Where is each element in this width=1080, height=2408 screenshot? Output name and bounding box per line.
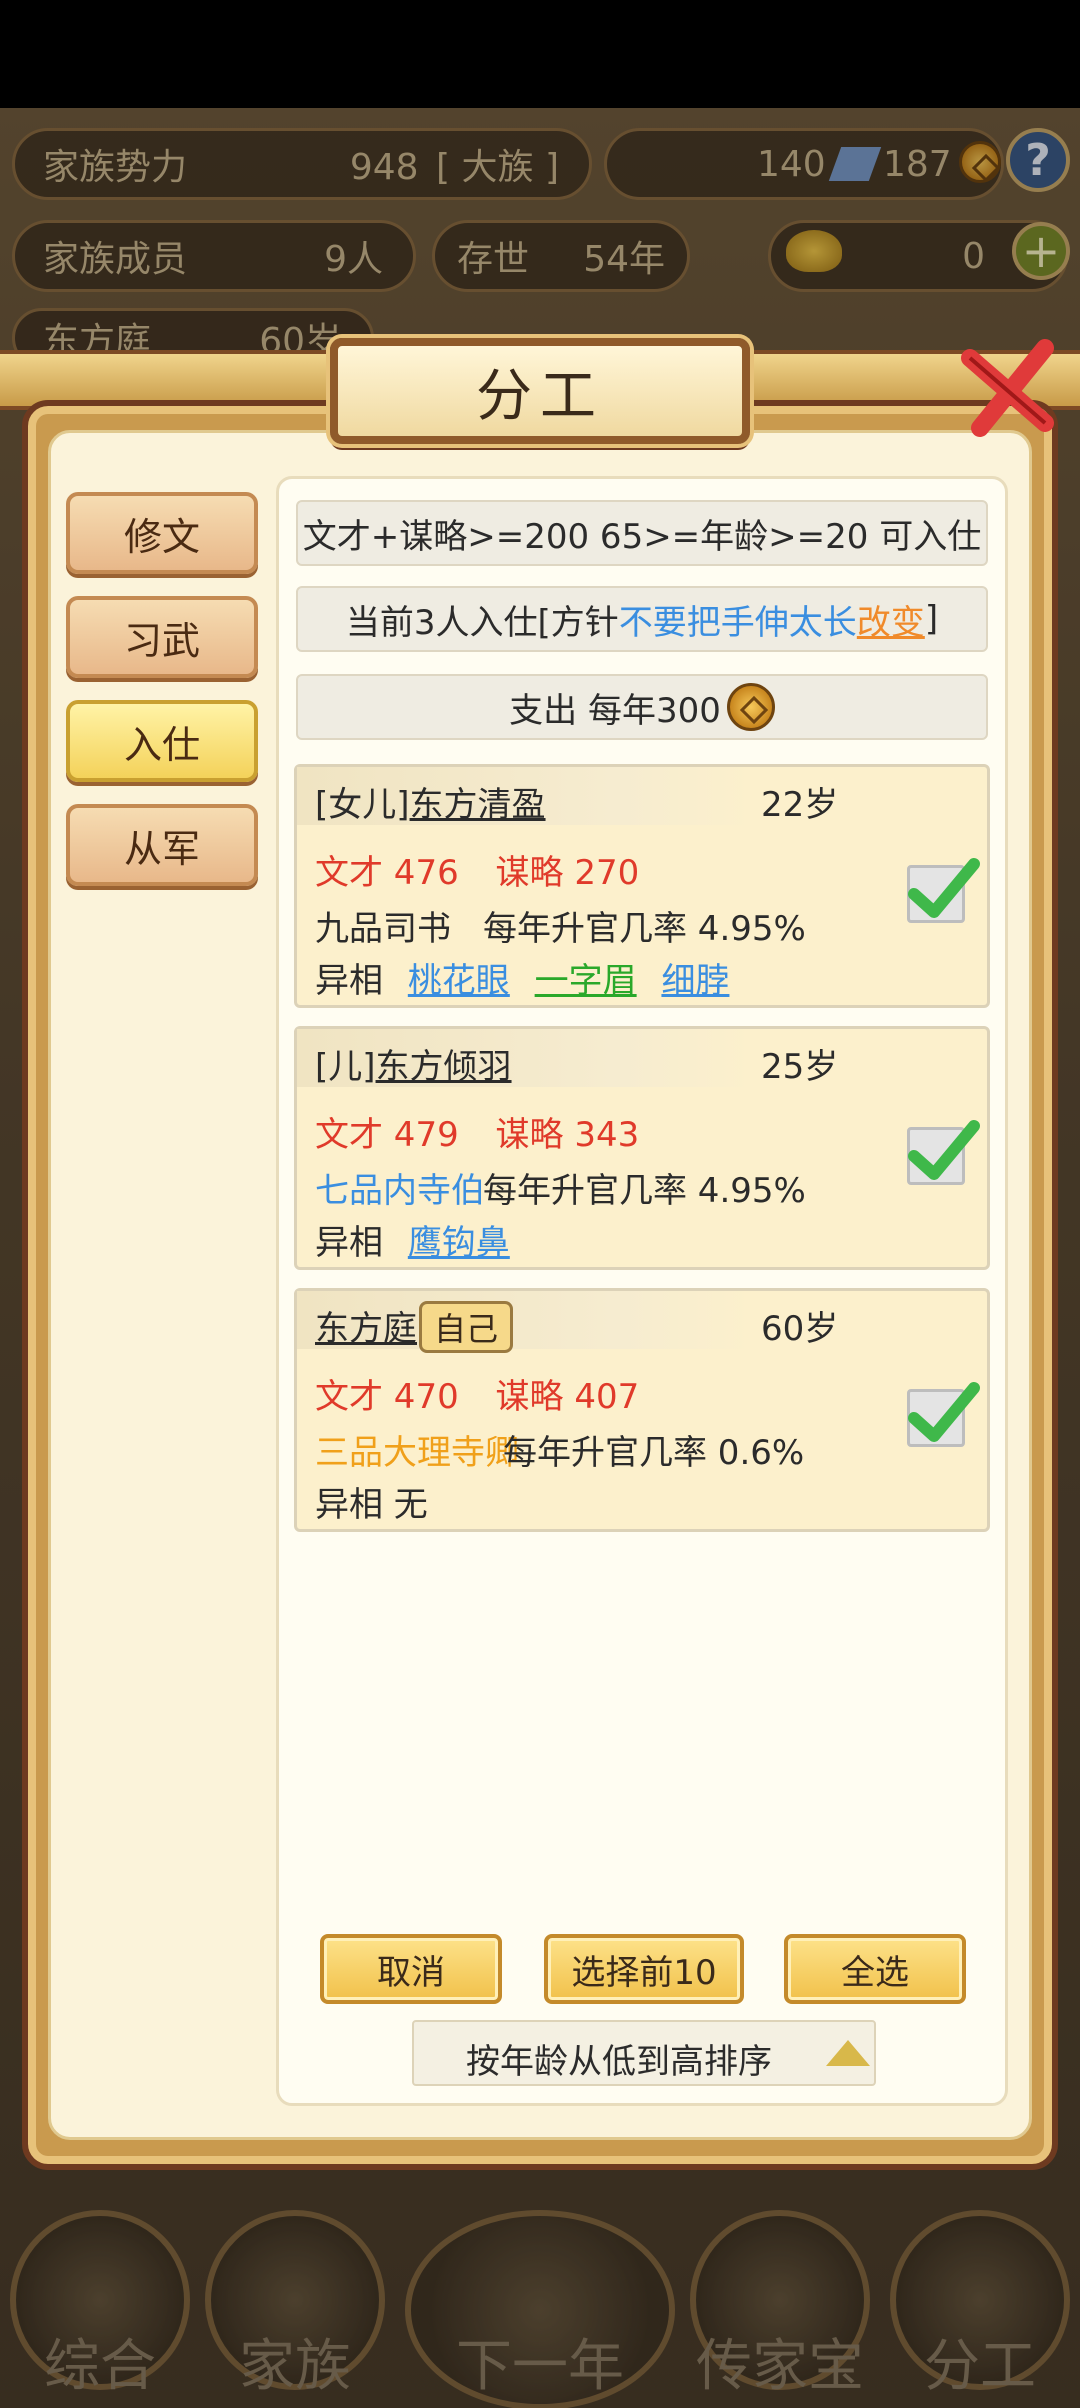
person-name[interactable]: [女儿]东方清盈 [315, 777, 546, 826]
traits-label: 异相 [315, 961, 383, 1001]
current-suffix: ] [924, 599, 939, 639]
person-stats: 文才 479 谋略 343 [315, 1107, 639, 1156]
requirement-box: 文才+谋略>=200 65>=年龄>=20 可入仕 [296, 500, 988, 566]
checkmark-icon [908, 1382, 980, 1442]
person-rank: 九品司书 [315, 909, 451, 949]
person-rank: 三品大理寺卿 [315, 1433, 519, 1473]
select-top10-button[interactable]: 选择前10 [544, 1934, 744, 2004]
person-traits: 异相 鹰钩鼻 [315, 1215, 510, 1264]
person-age: 25岁 [761, 1047, 839, 1087]
person-name-text: 东方庭 [315, 1309, 417, 1349]
person-moulue: 谋略 343 [495, 1115, 640, 1155]
select-checkbox[interactable] [907, 1382, 980, 1447]
tab-military[interactable]: 从军 [66, 804, 258, 886]
checkmark-icon [908, 1120, 980, 1180]
cancel-button[interactable]: 取消 [320, 1934, 502, 2004]
person-age: 60岁 [761, 1309, 839, 1349]
person-stats: 文才 470 谋略 407 [315, 1369, 639, 1418]
tab-study[interactable]: 修文 [66, 492, 258, 574]
select-checkbox[interactable] [907, 1120, 980, 1185]
change-policy-link[interactable]: 改变 [857, 595, 925, 644]
tab-label: 修文 [123, 514, 200, 559]
tab-label: 入仕 [123, 722, 200, 767]
person-age: 22岁 [761, 785, 839, 825]
requirement-text: 文才+谋略>=200 65>=年龄>=20 可入仕 [302, 516, 982, 557]
trait-tag[interactable]: 桃花眼 [408, 961, 510, 1001]
person-card[interactable]: [儿]东方倾羽 25岁 文才 479 谋略 343 七品内寺伯 每年升官几率 4… [294, 1026, 990, 1270]
modal-title-plate: 分工 [330, 338, 750, 444]
select-all-label: 全选 [841, 1952, 909, 1993]
triangle-up-icon [826, 2040, 870, 2066]
policy-name: 不要把手伸太长 [618, 602, 857, 643]
tab-official[interactable]: 入仕 [66, 700, 258, 782]
person-traits: 异相 无 [315, 1477, 428, 1526]
person-promotion-rate: 每年升官几率 4.95% [483, 909, 806, 949]
cancel-button-label: 取消 [377, 1952, 445, 1993]
tab-label: 从军 [123, 826, 200, 871]
person-traits: 异相 桃花眼 一字眉 细脖 [315, 953, 729, 1002]
select-all-button[interactable]: 全选 [784, 1934, 966, 2004]
coin-icon [726, 683, 775, 731]
select-top10-label: 选择前10 [571, 1952, 717, 1993]
current-prefix: 当前3人入仕[方针 [345, 602, 619, 643]
trait-tag[interactable]: 一字眉 [535, 961, 637, 1001]
self-badge: 自己 [419, 1301, 514, 1353]
sort-label: 按年龄从低到高排序 [466, 2042, 772, 2082]
person-stats: 文才 476 谋略 270 [315, 845, 639, 894]
person-name-text: 东方倾羽 [375, 1047, 512, 1087]
person-wencai: 文才 470 [315, 1377, 459, 1417]
person-relation: [儿] [315, 1047, 376, 1087]
expense-text: 支出 每年300 [509, 690, 721, 731]
person-name-text: 东方清盈 [409, 785, 546, 825]
person-promotion-rate: 每年升官几率 0.6% [503, 1433, 805, 1473]
trait-tag[interactable]: 鹰钩鼻 [408, 1223, 510, 1263]
current-policy-box: 当前3人入仕[方针 不要把手伸太长 改变] [296, 586, 988, 652]
person-rank: 七品内寺伯 [315, 1171, 485, 1211]
person-relation: [女儿] [315, 785, 410, 825]
tab-martial[interactable]: 习武 [66, 596, 258, 678]
person-moulue: 谋略 407 [495, 1377, 640, 1417]
person-name[interactable]: [儿]东方倾羽 [315, 1039, 512, 1088]
checkmark-icon [908, 858, 980, 918]
person-wencai: 文才 476 [315, 853, 459, 893]
select-checkbox[interactable] [907, 858, 980, 923]
person-promotion-rate: 每年升官几率 4.95% [483, 1171, 806, 1211]
sort-dropdown[interactable]: 按年龄从低到高排序 [412, 2020, 876, 2086]
person-wencai: 文才 479 [315, 1115, 459, 1155]
traits-label: 异相 无 [315, 1485, 428, 1525]
person-card[interactable]: 东方庭 自己 60岁 文才 470 谋略 407 三品大理寺卿 每年升官几率 0.… [294, 1288, 990, 1532]
modal-title: 分工 [476, 363, 604, 429]
expense-box: 支出 每年300 [296, 674, 988, 740]
tab-label: 习武 [123, 618, 200, 663]
person-card[interactable]: [女儿]东方清盈 22岁 文才 476 谋略 270 九品司书 每年升官几率 4… [294, 764, 990, 1008]
person-name[interactable]: 东方庭 自己 [315, 1301, 514, 1353]
traits-label: 异相 [315, 1223, 383, 1263]
close-icon[interactable] [950, 328, 1070, 448]
trait-tag[interactable]: 细脖 [661, 961, 729, 1001]
person-moulue: 谋略 270 [495, 853, 640, 893]
